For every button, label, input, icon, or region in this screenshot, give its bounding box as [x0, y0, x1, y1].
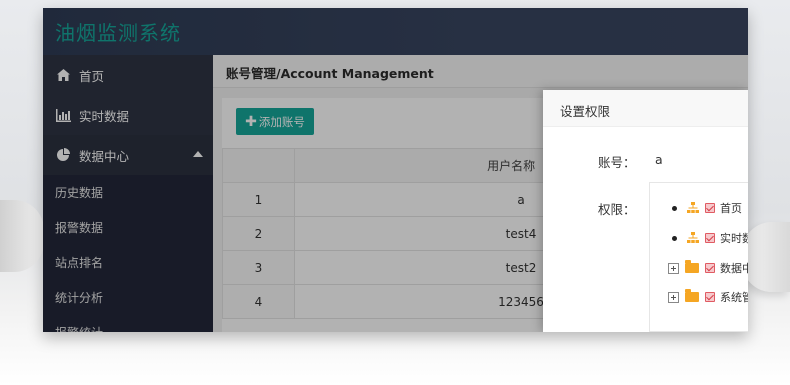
tree-node-label: 数据中 — [720, 262, 748, 275]
permission-tree: 首页 实时数 数据中 系统管 — [649, 182, 748, 332]
expand-icon[interactable] — [668, 291, 679, 303]
expand-icon[interactable] — [668, 262, 679, 274]
folder-icon — [685, 260, 699, 273]
checkbox-checked[interactable] — [705, 203, 715, 213]
account-label: 账号： — [598, 155, 636, 170]
tree-node-label: 实时数 — [720, 232, 748, 245]
dialog-title: 设置权限 — [543, 90, 748, 127]
checkbox-checked[interactable] — [705, 233, 715, 243]
tree-node[interactable]: 首页 — [650, 200, 742, 216]
permission-label: 权限： — [598, 202, 636, 217]
app-window: 油烟监测系统 首页 实时数据 数据中心 历史数据 报警数据 站点排名 统计分析 — [43, 8, 748, 332]
background-decoration — [742, 222, 790, 292]
sitemap-icon — [687, 232, 699, 244]
background-decoration — [0, 200, 44, 272]
tree-node[interactable]: 实时数 — [650, 230, 748, 246]
folder-icon — [685, 289, 699, 302]
bullet-icon — [672, 205, 677, 211]
checkbox-checked[interactable] — [705, 292, 715, 302]
tree-node-label: 系统管 — [720, 291, 748, 304]
tree-node[interactable]: 系统管 — [650, 289, 748, 305]
checkbox-checked[interactable] — [705, 263, 715, 273]
bullet-icon — [672, 235, 677, 241]
tree-node-label: 首页 — [720, 202, 742, 215]
permission-dialog: 设置权限 账号： a 权限： 首页 实时数 数据中 系统管 — [543, 90, 748, 332]
tree-node[interactable]: 数据中 — [650, 260, 748, 276]
sitemap-icon — [687, 202, 699, 214]
account-value: a — [655, 152, 663, 167]
